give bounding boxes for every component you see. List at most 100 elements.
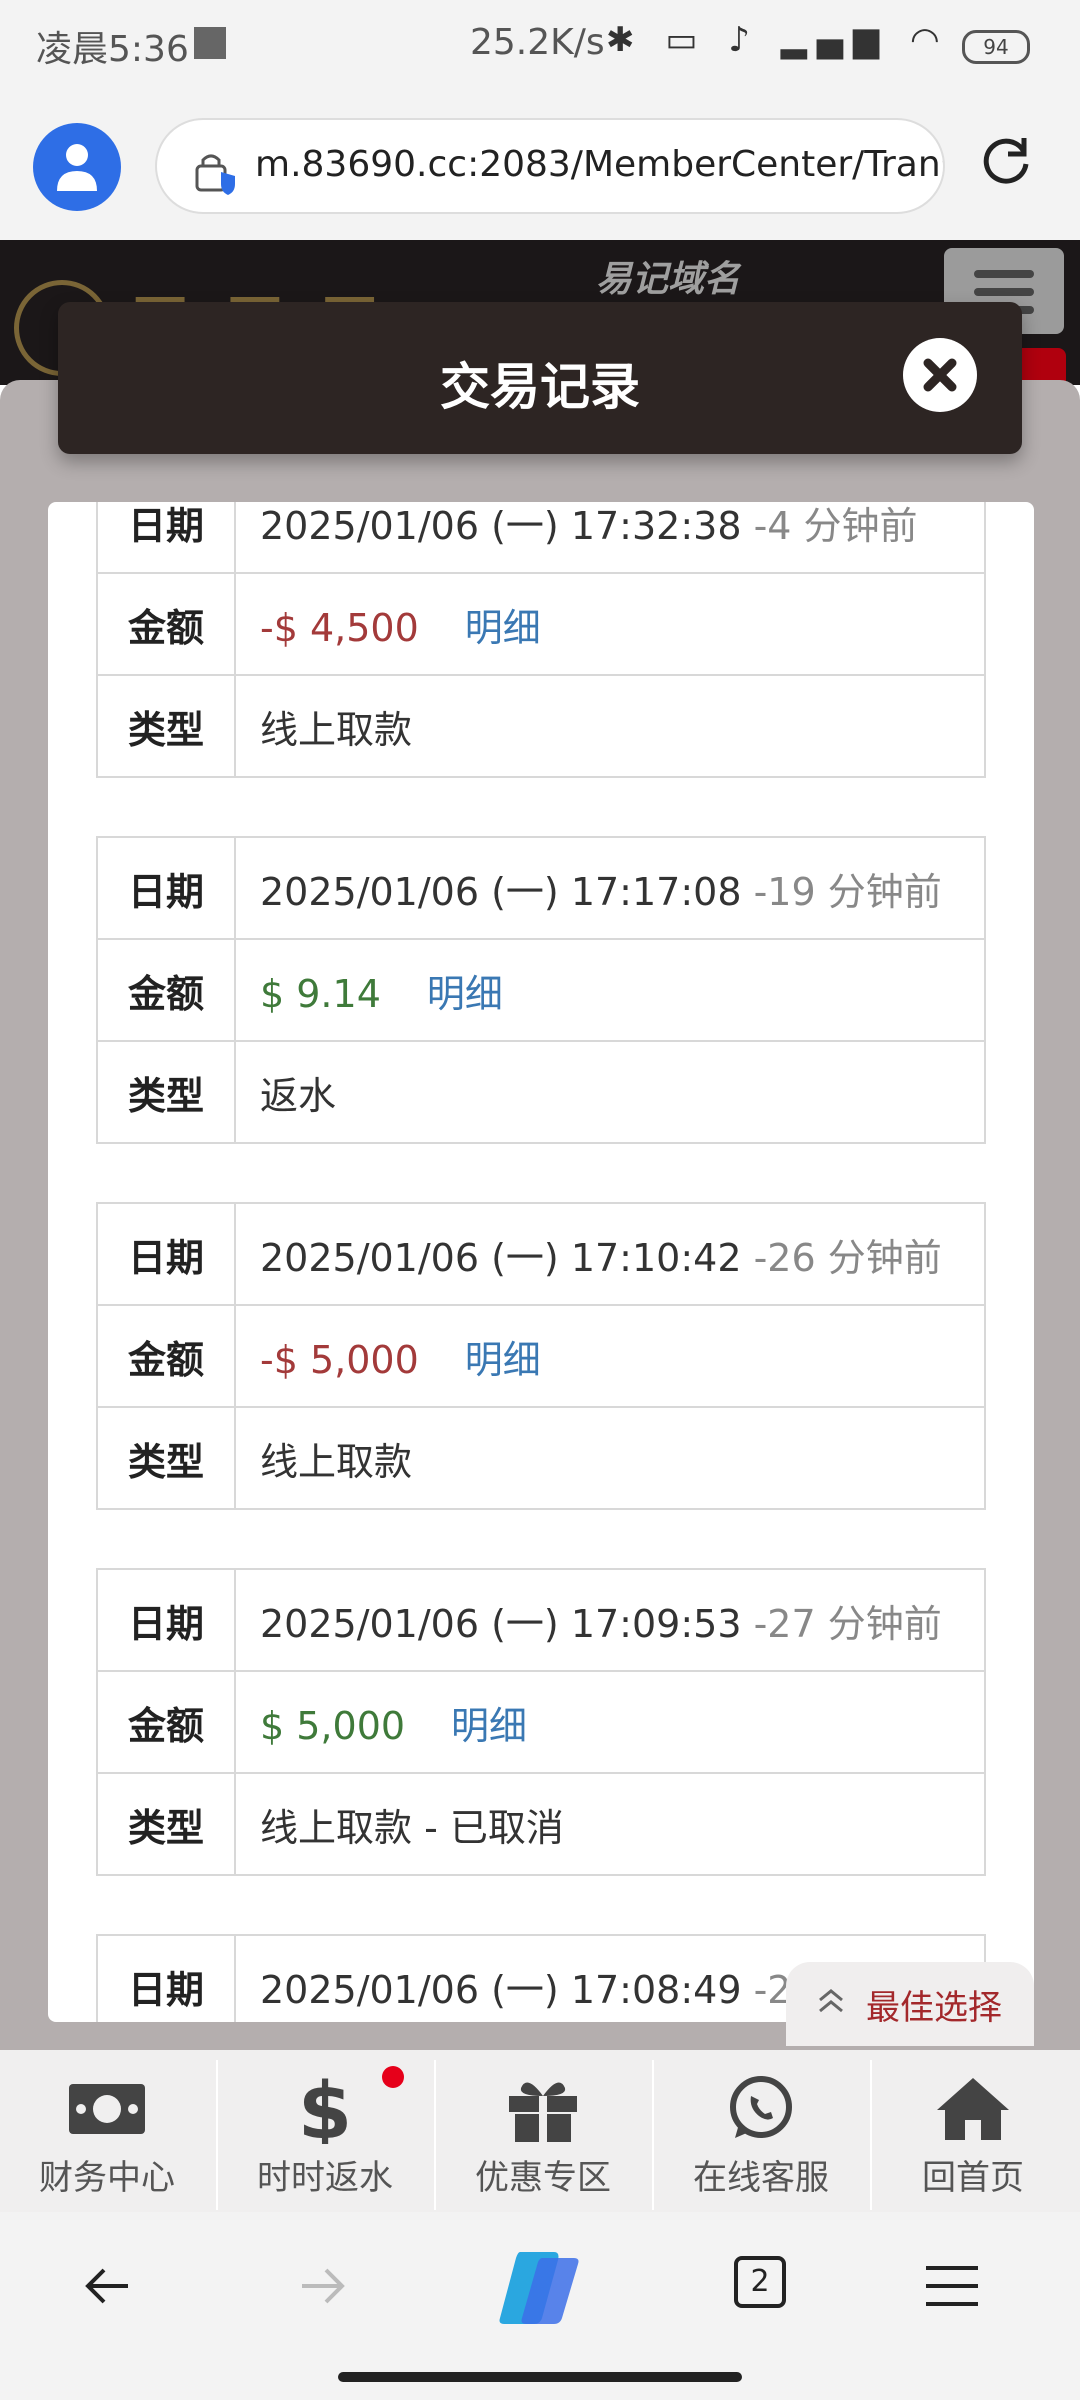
amount-row: 金额 -$ 5,000 明细	[96, 1304, 986, 1408]
transaction-record: 日期 2025/01/06 (一) 17:32:38 -4 分钟前 金额 -$ 4,5…	[96, 502, 986, 778]
detail-link[interactable]: 明细	[465, 1338, 541, 1382]
forward-icon[interactable]	[298, 2262, 346, 2310]
amount-label: 金额	[96, 1304, 236, 1408]
record-amount: -$ 4,500	[260, 605, 419, 650]
type-row: 类型 线上取款	[96, 1406, 986, 1510]
date-label: 日期	[96, 1934, 236, 2022]
bluetooth-icon: ✱	[606, 20, 645, 60]
record-amount: $ 9.14	[260, 971, 381, 1016]
record-date: 2025/01/06 (一) 17:09:53	[260, 1601, 742, 1646]
nav-rebate[interactable]: $ 时时返水	[218, 2050, 432, 2212]
record-type: 线上取款	[234, 674, 986, 778]
date-row: 日期 2025/01/06 (一) 17:10:42 -26 分钟前	[96, 1202, 986, 1306]
svg-text:$: $	[298, 2074, 352, 2144]
record-date: 2025/01/06 (一) 17:08:49	[260, 1967, 742, 2012]
date-label: 日期	[96, 502, 236, 574]
site-tagline: 易记域名	[596, 259, 741, 300]
detail-link[interactable]: 明细	[427, 972, 503, 1016]
double-chevron-up-icon	[819, 1989, 843, 2013]
transaction-record: 日期 2025/01/06 (一) 17:10:42 -26 分钟前 金额 -$ 5,…	[96, 1202, 986, 1510]
date-value: 2025/01/06 (一) 17:10:42 -26 分钟前	[234, 1202, 986, 1306]
type-label: 类型	[96, 1040, 236, 1144]
nav-promotions[interactable]: 优惠专区	[436, 2050, 650, 2212]
date-value: 2025/01/06 (一) 17:17:08 -19 分钟前	[234, 836, 986, 940]
reload-icon[interactable]	[978, 132, 1034, 188]
browser-toolbar: m.83690.cc:2083/MemberCenter/Trans	[0, 90, 1080, 240]
user-icon	[57, 144, 97, 191]
record-type: 线上取款	[234, 1406, 986, 1510]
network-speed: 25.2K/s	[470, 22, 605, 63]
record-date: 2025/01/06 (一) 17:10:42	[260, 1235, 742, 1280]
home-icon	[937, 2078, 1009, 2140]
amount-label: 金额	[96, 938, 236, 1042]
nav-label: 时时返水	[257, 2158, 393, 2198]
amount-label: 金额	[96, 1670, 236, 1774]
date-row: 日期 2025/01/06 (一) 17:32:38 -4 分钟前	[96, 502, 986, 574]
best-choice-button[interactable]: 最佳选择	[786, 1962, 1034, 2046]
nav-label: 回首页	[922, 2158, 1024, 2198]
notification-icon	[194, 27, 226, 59]
date-label: 日期	[96, 1202, 236, 1306]
type-row: 类型 线上取款 - 已取消	[96, 1772, 986, 1876]
wifi-icon: ◠	[910, 20, 950, 60]
profile-avatar[interactable]	[33, 123, 121, 211]
back-icon[interactable]	[84, 2262, 132, 2310]
date-value: 2025/01/06 (一) 17:09:53 -27 分钟前	[234, 1568, 986, 1672]
nav-home[interactable]: 回首页	[866, 2050, 1080, 2212]
type-row: 类型 返水	[96, 1040, 986, 1144]
gift-icon	[509, 2082, 577, 2142]
status-bar: 凌晨5:36 25.2K/s ✱ ▭ ♪ ▂▄▆ ◠ 94	[0, 0, 1080, 90]
tabs-button[interactable]: 2	[734, 2256, 786, 2308]
signal-icon: ▂▄▆	[780, 20, 890, 60]
home-indicator	[338, 2372, 742, 2382]
amount-value: -$ 4,500 明细	[234, 572, 986, 676]
record-type: 线上取款 - 已取消	[234, 1772, 986, 1876]
close-icon	[923, 358, 957, 392]
address-bar[interactable]: m.83690.cc:2083/MemberCenter/Trans	[155, 118, 945, 214]
type-row: 类型 线上取款	[96, 674, 986, 778]
record-amount: $ 5,000	[260, 1703, 406, 1748]
system-icons: ✱ ▭ ♪ ▂▄▆ ◠	[606, 20, 950, 60]
best-choice-label: 最佳选择	[866, 1988, 1002, 2028]
record-date: 2025/01/06 (一) 17:32:38	[260, 503, 742, 548]
transaction-record: 日期 2025/01/06 (一) 17:09:53 -27 分钟前 金额 $ 5,0…	[96, 1568, 986, 1876]
money-icon	[69, 2084, 145, 2134]
amount-value: $ 5,000 明细	[234, 1670, 986, 1774]
detail-link[interactable]: 明细	[465, 606, 541, 650]
record-ago: -26 分钟前	[753, 1235, 942, 1280]
transaction-record: 日期 2025/01/06 (一) 17:17:08 -19 分钟前 金额 $ 9.1…	[96, 836, 986, 1144]
site-security-icon[interactable]	[193, 150, 239, 196]
date-label: 日期	[96, 836, 236, 940]
amount-value: $ 9.14 明细	[234, 938, 986, 1042]
record-ago: -4 分钟前	[753, 503, 918, 548]
dollar-icon: $	[298, 2074, 352, 2144]
record-amount: -$ 5,000	[260, 1337, 419, 1382]
nav-finance-center[interactable]: 财务中心	[0, 2050, 214, 2212]
whatsapp-icon	[730, 2076, 792, 2138]
copilot-icon[interactable]	[496, 2248, 584, 2328]
nav-customer-service[interactable]: 在线客服	[654, 2050, 868, 2212]
transaction-list[interactable]: 日期 2025/01/06 (一) 17:32:38 -4 分钟前 金额 -$ 4,5…	[48, 502, 1034, 2022]
type-label: 类型	[96, 1772, 236, 1876]
date-value: 2025/01/06 (一) 17:32:38 -4 分钟前	[234, 502, 986, 574]
close-button[interactable]	[903, 338, 977, 412]
record-ago: -19 分钟前	[753, 869, 942, 914]
browser-bottom-bar: 2	[0, 2212, 1080, 2400]
detail-link[interactable]: 明细	[451, 1704, 527, 1748]
record-date: 2025/01/06 (一) 17:17:08	[260, 869, 742, 914]
status-time: 凌晨5:36	[36, 29, 189, 70]
vibrate-icon: ▭	[665, 20, 708, 60]
amount-label: 金额	[96, 572, 236, 676]
amount-row: 金额 -$ 4,500 明细	[96, 572, 986, 676]
modal-title: 交易记录	[440, 358, 640, 416]
site-bottom-nav: 财务中心 $ 时时返水 优惠专区 在线客服 回首页	[0, 2050, 1080, 2212]
nav-label: 在线客服	[693, 2158, 829, 2198]
date-row: 日期 2025/01/06 (一) 17:17:08 -19 分钟前	[96, 836, 986, 940]
record-ago: -27 分钟前	[753, 1601, 942, 1646]
mute-icon: ♪	[728, 20, 760, 60]
type-label: 类型	[96, 1406, 236, 1510]
url-text[interactable]: m.83690.cc:2083/MemberCenter/Trans	[255, 144, 943, 185]
nav-label: 财务中心	[39, 2158, 175, 2198]
menu-icon[interactable]	[924, 2262, 980, 2310]
amount-value: -$ 5,000 明细	[234, 1304, 986, 1408]
